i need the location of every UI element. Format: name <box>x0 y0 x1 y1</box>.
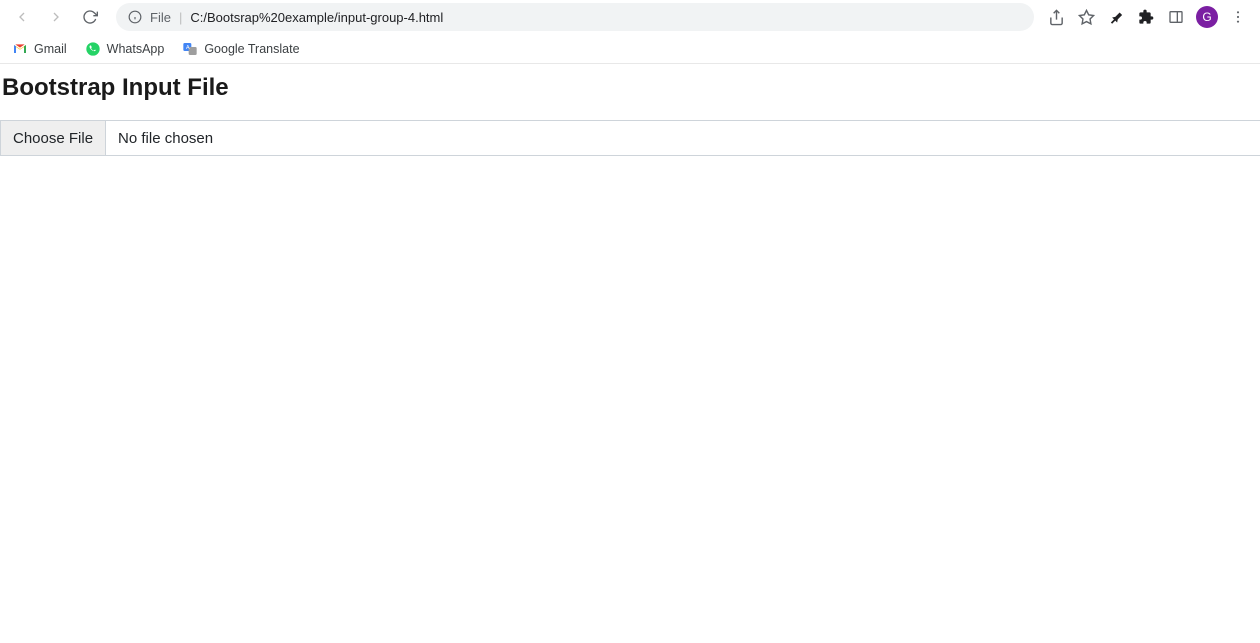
profile-initial: G <box>1202 10 1211 24</box>
info-icon <box>128 10 142 24</box>
kebab-icon <box>1230 9 1246 25</box>
translate-icon: A <box>182 41 198 57</box>
reload-icon <box>82 9 98 25</box>
bookmark-label: WhatsApp <box>107 42 165 56</box>
gmail-icon <box>12 41 28 57</box>
puzzle-icon <box>1138 9 1154 25</box>
address-divider: | <box>179 10 182 25</box>
bookmark-star-button[interactable] <box>1076 7 1096 27</box>
share-button[interactable] <box>1046 7 1066 27</box>
back-button[interactable] <box>8 3 36 31</box>
page-content: Bootstrap Input File Choose File No file… <box>0 64 1260 156</box>
address-url: C:/Bootsrap%20example/input-group-4.html <box>190 10 443 25</box>
panel-icon <box>1168 9 1184 25</box>
bookmark-label: Google Translate <box>204 42 299 56</box>
star-icon <box>1078 9 1095 26</box>
extension-pin-button[interactable] <box>1106 7 1126 27</box>
reload-button[interactable] <box>76 3 104 31</box>
svg-text:A: A <box>186 45 190 51</box>
address-scheme-label: File <box>150 10 171 25</box>
pin-icon <box>1109 10 1124 25</box>
whatsapp-icon <box>85 41 101 57</box>
side-panel-button[interactable] <box>1166 7 1186 27</box>
bookmark-whatsapp[interactable]: WhatsApp <box>85 41 165 57</box>
extensions-button[interactable] <box>1136 7 1156 27</box>
arrow-left-icon <box>14 9 30 25</box>
menu-button[interactable] <box>1228 7 1248 27</box>
bookmark-label: Gmail <box>34 42 67 56</box>
toolbar-right: G <box>1046 6 1252 28</box>
browser-toolbar: File | C:/Bootsrap%20example/input-group… <box>0 0 1260 34</box>
profile-avatar[interactable]: G <box>1196 6 1218 28</box>
share-icon <box>1048 9 1065 26</box>
bookmarks-bar: Gmail WhatsApp A Google Translate <box>0 34 1260 64</box>
page-title: Bootstrap Input File <box>0 64 1260 120</box>
file-input-status: No file chosen <box>106 121 1260 155</box>
bookmark-gmail[interactable]: Gmail <box>12 41 67 57</box>
bookmark-google-translate[interactable]: A Google Translate <box>182 41 299 57</box>
address-bar[interactable]: File | C:/Bootsrap%20example/input-group… <box>116 3 1034 31</box>
file-input[interactable]: Choose File No file chosen <box>0 120 1260 156</box>
choose-file-button[interactable]: Choose File <box>0 121 106 155</box>
forward-button[interactable] <box>42 3 70 31</box>
arrow-right-icon <box>48 9 64 25</box>
